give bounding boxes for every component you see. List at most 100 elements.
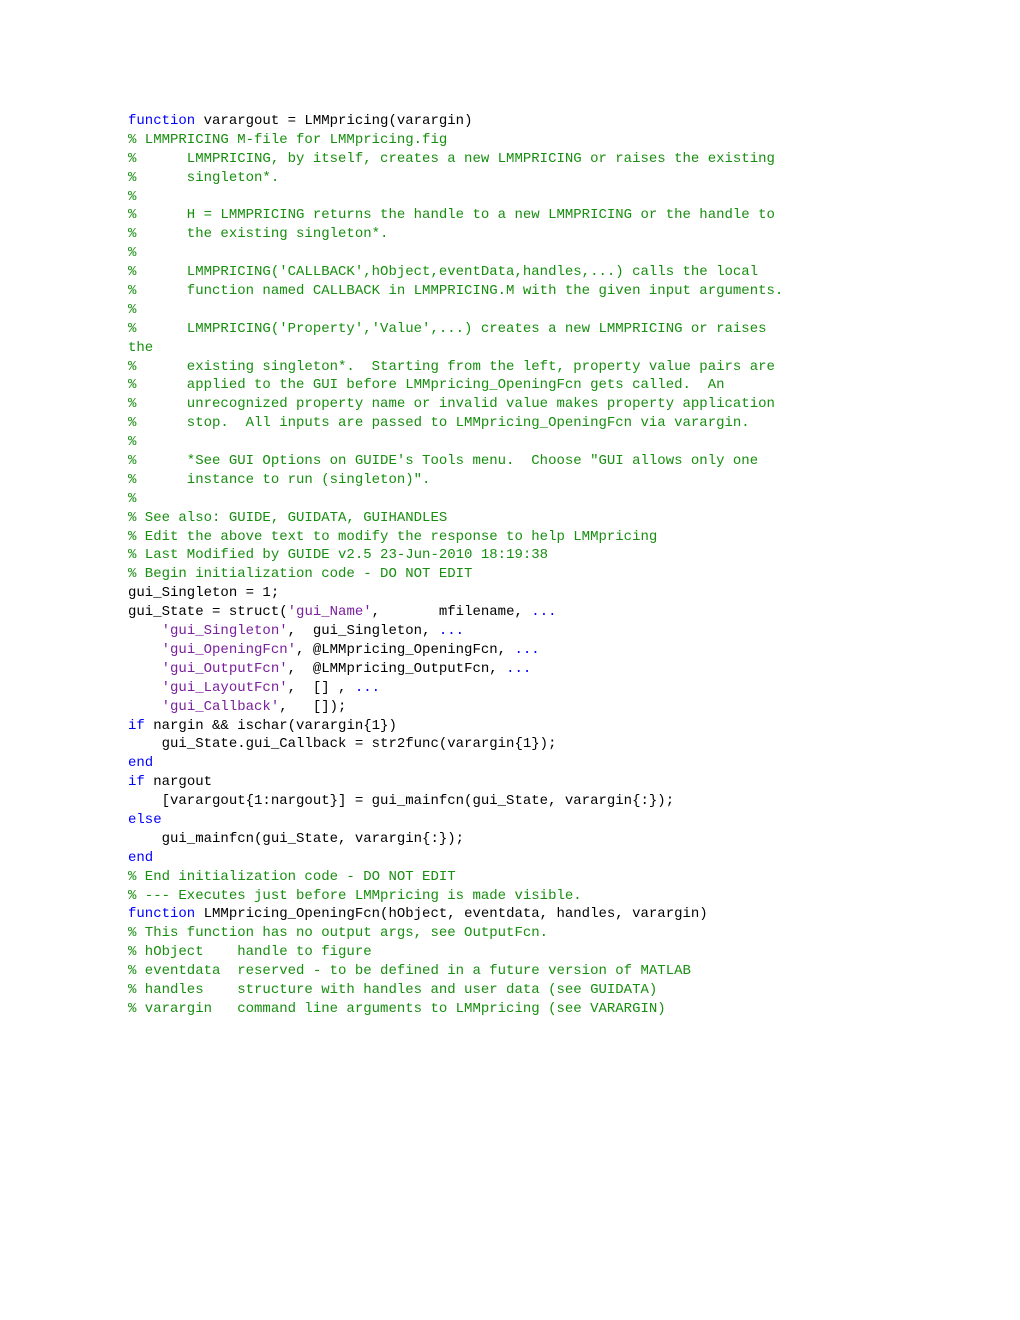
code-token-kw: if [128,718,145,734]
code-line: 'gui_Singleton', gui_Singleton, ... [128,622,900,641]
code-token-kw: function [128,113,195,129]
code-token-com: % *See GUI Options on GUIDE's Tools menu… [128,453,758,469]
code-token-com: % [128,491,136,507]
code-token-kw: ... [514,642,539,658]
code-line: % [128,433,900,452]
code-line: % singleton*. [128,169,900,188]
code-token-blk [128,699,162,715]
code-line: % [128,490,900,509]
code-line: % eventdata reserved - to be defined in … [128,962,900,981]
code-line: % the existing singleton*. [128,225,900,244]
code-line: 'gui_OpeningFcn', @LMMpricing_OpeningFcn… [128,641,900,660]
code-line: 'gui_LayoutFcn', [] , ... [128,679,900,698]
code-token-com: % Edit the above text to modify the resp… [128,529,657,545]
code-line: 'gui_OutputFcn', @LMMpricing_OutputFcn, … [128,660,900,679]
code-line: gui_mainfcn(gui_State, varargin{:}); [128,830,900,849]
code-token-blk [128,680,162,696]
code-token-com: % Last Modified by GUIDE v2.5 23-Jun-201… [128,547,548,563]
code-token-com: % LMMPRICING('Property','Value',...) cre… [128,321,767,337]
code-token-blk: gui_State.gui_Callback = str2func(vararg… [128,736,556,752]
code-line: end [128,849,900,868]
code-token-com: % the existing singleton*. [128,226,388,242]
code-token-str: 'gui_LayoutFcn' [162,680,288,696]
code-line: % hObject handle to figure [128,943,900,962]
code-token-kw: else [128,812,162,828]
code-token-com: % instance to run (singleton)". [128,472,430,488]
code-line: else [128,811,900,830]
code-token-blk [128,642,162,658]
code-token-blk: gui_State = struct( [128,604,288,620]
code-token-com: % handles structure with handles and use… [128,982,657,998]
code-line: the [128,339,900,358]
code-token-com: % [128,189,136,205]
code-line: % unrecognized property name or invalid … [128,395,900,414]
code-token-com: % eventdata reserved - to be defined in … [128,963,691,979]
code-token-blk: nargin && ischar(varargin{1}) [145,718,397,734]
code-token-blk: , mfilename, [372,604,532,620]
code-line: % handles structure with handles and use… [128,981,900,1000]
code-token-com: % existing singleton*. Starting from the… [128,359,775,375]
code-token-str: 'gui_Name' [288,604,372,620]
code-token-com: % [128,302,136,318]
code-token-com: % [128,434,136,450]
code-line: % [128,244,900,263]
code-token-blk: gui_mainfcn(gui_State, varargin{:}); [128,831,464,847]
code-token-com: % See also: GUIDE, GUIDATA, GUIHANDLES [128,510,447,526]
code-token-blk [128,661,162,677]
code-line: % instance to run (singleton)". [128,471,900,490]
code-line: gui_State = struct('gui_Name', mfilename… [128,603,900,622]
code-line: % LMMPRICING, by itself, creates a new L… [128,150,900,169]
code-token-com: % --- Executes just before LMMpricing is… [128,888,582,904]
code-line: % applied to the GUI before LMMpricing_O… [128,376,900,395]
code-token-kw: end [128,850,153,866]
code-line: end [128,754,900,773]
code-token-com: % singleton*. [128,170,279,186]
code-token-kw: end [128,755,153,771]
code-token-com: % stop. All inputs are passed to LMMpric… [128,415,750,431]
code-token-str: 'gui_Callback' [162,699,280,715]
code-token-str: 'gui_OutputFcn' [162,661,288,677]
code-line: [varargout{1:nargout}] = gui_mainfcn(gui… [128,792,900,811]
code-token-blk [128,623,162,639]
code-line: % existing singleton*. Starting from the… [128,358,900,377]
code-token-com: the [128,340,153,356]
code-token-blk: , @LMMpricing_OpeningFcn, [296,642,514,658]
code-token-blk: LMMpricing_OpeningFcn(hObject, eventdata… [195,906,707,922]
code-line: % function named CALLBACK in LMMPRICING.… [128,282,900,301]
code-token-com: % Begin initialization code - DO NOT EDI… [128,566,472,582]
code-token-com: % function named CALLBACK in LMMPRICING.… [128,283,783,299]
code-line: % LMMPRICING('Property','Value',...) cre… [128,320,900,339]
code-line: % --- Executes just before LMMpricing is… [128,887,900,906]
code-line: % *See GUI Options on GUIDE's Tools menu… [128,452,900,471]
code-token-com: % hObject handle to figure [128,944,372,960]
code-token-blk: [varargout{1:nargout}] = gui_mainfcn(gui… [128,793,674,809]
code-token-com: % LMMPRICING, by itself, creates a new L… [128,151,775,167]
code-line: 'gui_Callback', []); [128,698,900,717]
code-line: % Edit the above text to modify the resp… [128,528,900,547]
code-line: % stop. All inputs are passed to LMMpric… [128,414,900,433]
code-token-blk: , []); [279,699,346,715]
code-line: if nargin && ischar(varargin{1}) [128,717,900,736]
code-token-com: % unrecognized property name or invalid … [128,396,775,412]
code-line: % varargin command line arguments to LMM… [128,1000,900,1019]
code-token-blk: , [] , [288,680,355,696]
code-line: % LMMPRICING M-file for LMMpricing.fig [128,131,900,150]
code-token-com: % LMMPRICING('CALLBACK',hObject,eventDat… [128,264,758,280]
code-token-com: % End initialization code - DO NOT EDIT [128,869,456,885]
code-line: % H = LMMPRICING returns the handle to a… [128,206,900,225]
code-line: % LMMPRICING('CALLBACK',hObject,eventDat… [128,263,900,282]
code-token-str: 'gui_Singleton' [162,623,288,639]
code-token-com: % applied to the GUI before LMMpricing_O… [128,377,725,393]
code-page: function varargout = LMMpricing(varargin… [0,0,1020,1320]
code-token-blk: , gui_Singleton, [288,623,439,639]
code-token-kw: ... [531,604,556,620]
code-line: % This function has no output args, see … [128,924,900,943]
code-line: % Begin initialization code - DO NOT EDI… [128,565,900,584]
code-token-blk: , @LMMpricing_OutputFcn, [288,661,506,677]
code-line: gui_State.gui_Callback = str2func(vararg… [128,735,900,754]
code-token-com: % varargin command line arguments to LMM… [128,1001,666,1017]
code-line: % End initialization code - DO NOT EDIT [128,868,900,887]
code-line: % [128,301,900,320]
code-token-str: 'gui_OpeningFcn' [162,642,296,658]
code-token-kw: ... [439,623,464,639]
